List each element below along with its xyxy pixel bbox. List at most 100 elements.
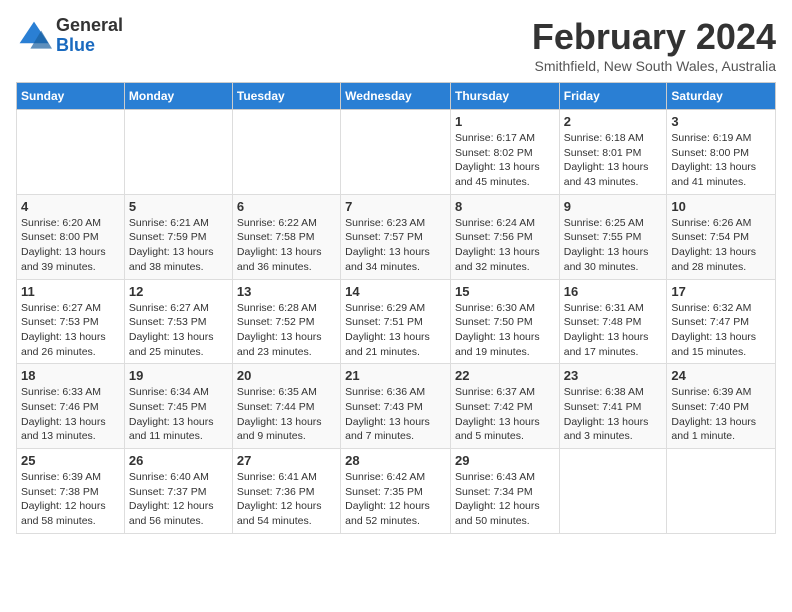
- day-number: 22: [455, 368, 555, 383]
- calendar-cell: 1 Sunrise: 6:17 AM Sunset: 8:02 PM Daylig…: [450, 110, 559, 195]
- calendar-cell: 11 Sunrise: 6:27 AM Sunset: 7:53 PM Dayli…: [17, 279, 125, 364]
- day-number: 29: [455, 453, 555, 468]
- day-number: 17: [671, 284, 771, 299]
- day-number: 23: [564, 368, 663, 383]
- day-number: 25: [21, 453, 120, 468]
- day-info: Sunrise: 6:37 AM Sunset: 7:42 PM Dayligh…: [455, 385, 555, 444]
- calendar-cell: 6 Sunrise: 6:22 AM Sunset: 7:58 PM Daylig…: [232, 194, 340, 279]
- day-info: Sunrise: 6:22 AM Sunset: 7:58 PM Dayligh…: [237, 216, 336, 275]
- day-info: Sunrise: 6:30 AM Sunset: 7:50 PM Dayligh…: [455, 301, 555, 360]
- calendar-week-row: 18 Sunrise: 6:33 AM Sunset: 7:46 PM Dayli…: [17, 364, 776, 449]
- day-info: Sunrise: 6:27 AM Sunset: 7:53 PM Dayligh…: [21, 301, 120, 360]
- day-number: 24: [671, 368, 771, 383]
- day-info: Sunrise: 6:40 AM Sunset: 7:37 PM Dayligh…: [129, 470, 228, 529]
- calendar-header-cell: Tuesday: [232, 83, 340, 110]
- day-info: Sunrise: 6:26 AM Sunset: 7:54 PM Dayligh…: [671, 216, 771, 275]
- day-info: Sunrise: 6:32 AM Sunset: 7:47 PM Dayligh…: [671, 301, 771, 360]
- logo-general: General: [56, 15, 123, 35]
- calendar-cell: 17 Sunrise: 6:32 AM Sunset: 7:47 PM Dayli…: [667, 279, 776, 364]
- day-number: 6: [237, 199, 336, 214]
- page-header: General Blue February 2024 Smithfield, N…: [16, 16, 776, 74]
- day-number: 11: [21, 284, 120, 299]
- day-info: Sunrise: 6:34 AM Sunset: 7:45 PM Dayligh…: [129, 385, 228, 444]
- day-info: Sunrise: 6:41 AM Sunset: 7:36 PM Dayligh…: [237, 470, 336, 529]
- day-number: 21: [345, 368, 446, 383]
- day-number: 1: [455, 114, 555, 129]
- calendar-cell: [559, 449, 667, 534]
- calendar-cell: 18 Sunrise: 6:33 AM Sunset: 7:46 PM Dayli…: [17, 364, 125, 449]
- day-info: Sunrise: 6:39 AM Sunset: 7:40 PM Dayligh…: [671, 385, 771, 444]
- day-info: Sunrise: 6:20 AM Sunset: 8:00 PM Dayligh…: [21, 216, 120, 275]
- calendar-cell: 19 Sunrise: 6:34 AM Sunset: 7:45 PM Dayli…: [124, 364, 232, 449]
- day-number: 20: [237, 368, 336, 383]
- day-info: Sunrise: 6:31 AM Sunset: 7:48 PM Dayligh…: [564, 301, 663, 360]
- calendar-cell: 14Sunrise: 6:29 AM Sunset: 7:51 PM Dayli…: [341, 279, 451, 364]
- calendar-cell: 4Sunrise: 6:20 AM Sunset: 8:00 PM Daylig…: [17, 194, 125, 279]
- calendar-week-row: 11 Sunrise: 6:27 AM Sunset: 7:53 PM Dayli…: [17, 279, 776, 364]
- calendar-cell: [17, 110, 125, 195]
- calendar-cell: 12Sunrise: 6:27 AM Sunset: 7:53 PM Dayli…: [124, 279, 232, 364]
- day-number: 9: [564, 199, 663, 214]
- title-area: February 2024 Smithfield, New South Wale…: [532, 16, 776, 74]
- day-number: 28: [345, 453, 446, 468]
- calendar-header-cell: Monday: [124, 83, 232, 110]
- calendar-cell: [124, 110, 232, 195]
- logo-blue: Blue: [56, 35, 95, 55]
- calendar-cell: 27 Sunrise: 6:41 AM Sunset: 7:36 PM Dayli…: [232, 449, 340, 534]
- day-info: Sunrise: 6:21 AM Sunset: 7:59 PM Dayligh…: [129, 216, 228, 275]
- calendar-cell: 16 Sunrise: 6:31 AM Sunset: 7:48 PM Dayli…: [559, 279, 667, 364]
- day-number: 7: [345, 199, 446, 214]
- calendar-body: 1 Sunrise: 6:17 AM Sunset: 8:02 PM Daylig…: [17, 110, 776, 534]
- calendar-header-cell: Saturday: [667, 83, 776, 110]
- calendar-header-row: SundayMondayTuesdayWednesdayThursdayFrid…: [17, 83, 776, 110]
- calendar-cell: 28Sunrise: 6:42 AM Sunset: 7:35 PM Dayli…: [341, 449, 451, 534]
- calendar-week-row: 1 Sunrise: 6:17 AM Sunset: 8:02 PM Daylig…: [17, 110, 776, 195]
- day-info: Sunrise: 6:18 AM Sunset: 8:01 PM Dayligh…: [564, 131, 663, 190]
- calendar-cell: 13 Sunrise: 6:28 AM Sunset: 7:52 PM Dayli…: [232, 279, 340, 364]
- day-info: Sunrise: 6:25 AM Sunset: 7:55 PM Dayligh…: [564, 216, 663, 275]
- calendar-cell: 15 Sunrise: 6:30 AM Sunset: 7:50 PM Dayli…: [450, 279, 559, 364]
- day-number: 18: [21, 368, 120, 383]
- logo-icon: [16, 18, 52, 54]
- location: Smithfield, New South Wales, Australia: [532, 58, 776, 74]
- day-info: Sunrise: 6:24 AM Sunset: 7:56 PM Dayligh…: [455, 216, 555, 275]
- calendar-cell: 23 Sunrise: 6:38 AM Sunset: 7:41 PM Dayli…: [559, 364, 667, 449]
- calendar-cell: [232, 110, 340, 195]
- calendar-header-cell: Wednesday: [341, 83, 451, 110]
- calendar-header-cell: Thursday: [450, 83, 559, 110]
- day-info: Sunrise: 6:35 AM Sunset: 7:44 PM Dayligh…: [237, 385, 336, 444]
- calendar-cell: 5Sunrise: 6:21 AM Sunset: 7:59 PM Daylig…: [124, 194, 232, 279]
- calendar-cell: 2Sunrise: 6:18 AM Sunset: 8:01 PM Daylig…: [559, 110, 667, 195]
- day-number: 27: [237, 453, 336, 468]
- calendar-cell: 26 Sunrise: 6:40 AM Sunset: 7:37 PM Dayli…: [124, 449, 232, 534]
- month-title: February 2024: [532, 16, 776, 58]
- calendar-week-row: 25 Sunrise: 6:39 AM Sunset: 7:38 PM Dayli…: [17, 449, 776, 534]
- calendar-cell: 24 Sunrise: 6:39 AM Sunset: 7:40 PM Dayli…: [667, 364, 776, 449]
- calendar-cell: 21 Sunrise: 6:36 AM Sunset: 7:43 PM Dayli…: [341, 364, 451, 449]
- calendar-header-cell: Friday: [559, 83, 667, 110]
- day-number: 10: [671, 199, 771, 214]
- day-number: 14: [345, 284, 446, 299]
- day-number: 16: [564, 284, 663, 299]
- calendar-cell: 7Sunrise: 6:23 AM Sunset: 7:57 PM Daylig…: [341, 194, 451, 279]
- day-number: 13: [237, 284, 336, 299]
- calendar-cell: 20 Sunrise: 6:35 AM Sunset: 7:44 PM Dayli…: [232, 364, 340, 449]
- day-info: Sunrise: 6:39 AM Sunset: 7:38 PM Dayligh…: [21, 470, 120, 529]
- day-info: Sunrise: 6:19 AM Sunset: 8:00 PM Dayligh…: [671, 131, 771, 190]
- day-info: Sunrise: 6:36 AM Sunset: 7:43 PM Dayligh…: [345, 385, 446, 444]
- day-number: 19: [129, 368, 228, 383]
- calendar-cell: 3Sunrise: 6:19 AM Sunset: 8:00 PM Daylig…: [667, 110, 776, 195]
- logo-text: General Blue: [56, 16, 123, 56]
- day-number: 15: [455, 284, 555, 299]
- day-info: Sunrise: 6:28 AM Sunset: 7:52 PM Dayligh…: [237, 301, 336, 360]
- day-number: 26: [129, 453, 228, 468]
- calendar-cell: 25 Sunrise: 6:39 AM Sunset: 7:38 PM Dayli…: [17, 449, 125, 534]
- calendar-table: SundayMondayTuesdayWednesdayThursdayFrid…: [16, 82, 776, 534]
- day-number: 8: [455, 199, 555, 214]
- day-info: Sunrise: 6:43 AM Sunset: 7:34 PM Dayligh…: [455, 470, 555, 529]
- calendar-cell: 10 Sunrise: 6:26 AM Sunset: 7:54 PM Dayli…: [667, 194, 776, 279]
- day-info: Sunrise: 6:17 AM Sunset: 8:02 PM Dayligh…: [455, 131, 555, 190]
- day-info: Sunrise: 6:38 AM Sunset: 7:41 PM Dayligh…: [564, 385, 663, 444]
- day-info: Sunrise: 6:33 AM Sunset: 7:46 PM Dayligh…: [21, 385, 120, 444]
- calendar-cell: 22 Sunrise: 6:37 AM Sunset: 7:42 PM Dayli…: [450, 364, 559, 449]
